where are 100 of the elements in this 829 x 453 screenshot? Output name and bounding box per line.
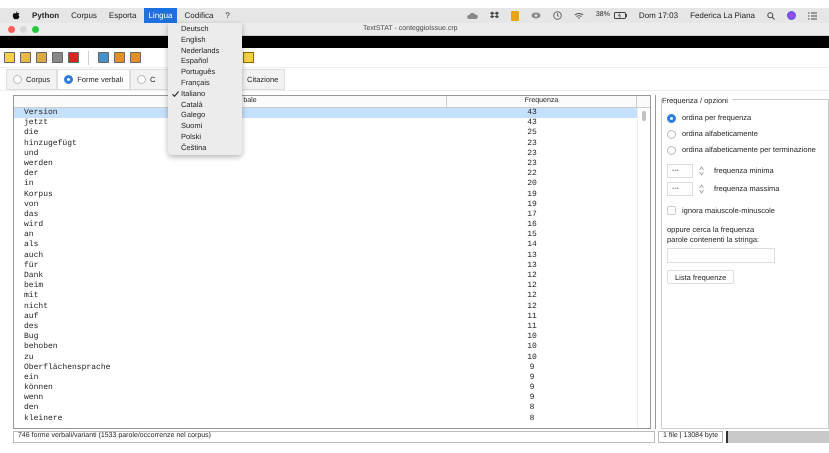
checkbox[interactable] <box>667 206 676 216</box>
frequency-cell: 15 <box>527 230 537 240</box>
menu-item[interactable]: Lingua <box>144 8 177 23</box>
frequency-cell: 11 <box>527 322 537 332</box>
frequency-cell: 23 <box>527 138 537 149</box>
word-cell: können <box>24 383 53 394</box>
word-cell-text: Version <box>24 108 58 118</box>
word-cell-text: an <box>24 230 34 240</box>
stepper-icon[interactable] <box>699 166 704 176</box>
word-cell-text: beim <box>24 281 44 291</box>
frequency-cell: 12 <box>527 291 537 302</box>
word-cell-text: Bug <box>24 332 38 342</box>
radio-button[interactable] <box>137 75 146 84</box>
eye-icon[interactable] <box>530 12 541 19</box>
search-icon[interactable] <box>767 12 775 20</box>
help-icon[interactable] <box>243 52 254 63</box>
word-cell: als <box>24 240 38 251</box>
frequency-cell: 17 <box>527 210 537 220</box>
frequency-cell: 12 <box>527 302 537 312</box>
word-cell: kleinere <box>24 414 62 424</box>
frequency-cell: 9 <box>530 362 534 373</box>
frequency-cell: 19 <box>527 200 537 210</box>
word-cell: auf <box>24 312 38 322</box>
frequency-cell: 9 <box>530 372 534 384</box>
frequency-cell: 43 <box>527 108 537 118</box>
word-cell: des <box>24 322 38 332</box>
word-cell: zu <box>24 352 34 363</box>
box-icon[interactable] <box>490 11 499 20</box>
frequency-cell: 10 <box>527 342 537 352</box>
word-cell-text: wenn <box>24 393 44 403</box>
frequency-cell: 12 <box>527 271 537 282</box>
word-cell: auch <box>24 250 44 261</box>
app-menu[interactable]: Python <box>32 10 60 22</box>
radio-button[interactable] <box>667 130 676 138</box>
frequency-cell: 12 <box>527 281 537 292</box>
menu-item[interactable]: Esporta <box>104 8 140 23</box>
word-cell: behoben <box>24 342 58 352</box>
siri-icon[interactable] <box>787 11 796 20</box>
word-cell-text: das <box>24 210 38 220</box>
frequency-cell: 23 <box>527 158 537 170</box>
search-field[interactable] <box>667 248 775 264</box>
menu-item[interactable]: Codifica <box>180 8 218 23</box>
apple-icon[interactable] <box>12 11 20 20</box>
word-cell: Oberflächensprache <box>24 362 110 373</box>
frequency-cell: 8 <box>530 403 534 414</box>
toolbar-button-icon[interactable] <box>98 52 109 63</box>
menu-item[interactable]: Corpus <box>67 8 101 23</box>
frequency-cell: 13 <box>527 250 537 261</box>
word-cell-text: werden <box>24 158 53 169</box>
radio-button[interactable] <box>13 75 22 84</box>
toolbar-button-icon[interactable] <box>114 52 125 63</box>
frequency-cell: 25 <box>527 128 537 139</box>
word-cell: wird <box>24 220 44 230</box>
zoom-icon[interactable] <box>32 26 39 32</box>
radio-button[interactable] <box>64 75 74 84</box>
word-cell: in <box>24 179 34 190</box>
wifi-icon[interactable] <box>574 12 584 20</box>
word-cell-text: ein <box>24 372 38 383</box>
clock[interactable]: Dom 17:03 <box>638 10 678 22</box>
radio-button[interactable] <box>667 146 676 154</box>
frequency-cell: 13 <box>527 260 537 271</box>
close-icon[interactable] <box>8 26 15 32</box>
toolbar-button-icon[interactable] <box>130 52 141 63</box>
word-cell: nicht <box>24 302 48 312</box>
word-cell: von <box>24 200 38 210</box>
radio-button[interactable] <box>667 114 676 122</box>
word-cell: den <box>24 403 38 414</box>
word-cell: die <box>24 128 38 139</box>
frequency-cell: 20 <box>527 179 537 190</box>
frequency-cell: 10 <box>527 332 537 342</box>
frequency-cell: 43 <box>527 118 537 128</box>
toolbar-button-icon[interactable] <box>36 52 47 63</box>
frequency-cell: 11 <box>527 312 537 322</box>
user-name[interactable]: Federica La Piana <box>690 10 755 22</box>
word-cell: für <box>24 260 38 271</box>
word-cell: Korpus <box>24 190 53 200</box>
list-icon[interactable] <box>808 12 817 20</box>
frequency-cell: 9 <box>530 393 534 404</box>
word-cell: und <box>24 148 38 159</box>
toolbar-button-icon[interactable] <box>4 52 15 63</box>
frequency-cell: 8 <box>530 414 534 424</box>
frequency-cell: 9 <box>530 383 534 394</box>
cloud-icon[interactable] <box>466 12 478 19</box>
checkmark-icon <box>172 91 179 98</box>
frequency-cell: 22 <box>527 169 537 180</box>
stepper-icon[interactable] <box>699 184 704 194</box>
menu-item[interactable]: ? <box>221 8 234 23</box>
word-cell-text: Dank <box>24 271 44 281</box>
toolbar-button-icon[interactable] <box>20 52 31 63</box>
frequency-cell: 23 <box>527 148 537 159</box>
word-cell-text: der <box>24 169 38 179</box>
word-cell: mit <box>24 291 38 302</box>
clock-icon[interactable] <box>552 11 562 20</box>
app-status-icon[interactable] <box>510 10 519 20</box>
word-cell: hinzugefügt <box>24 138 77 149</box>
word-cell-text: jetzt <box>24 118 48 128</box>
scrollbar-thumb[interactable] <box>642 111 646 121</box>
battery-icon[interactable] <box>614 12 627 19</box>
frequency-cell: 16 <box>527 220 537 230</box>
toolbar-button-icon[interactable] <box>52 52 63 63</box>
